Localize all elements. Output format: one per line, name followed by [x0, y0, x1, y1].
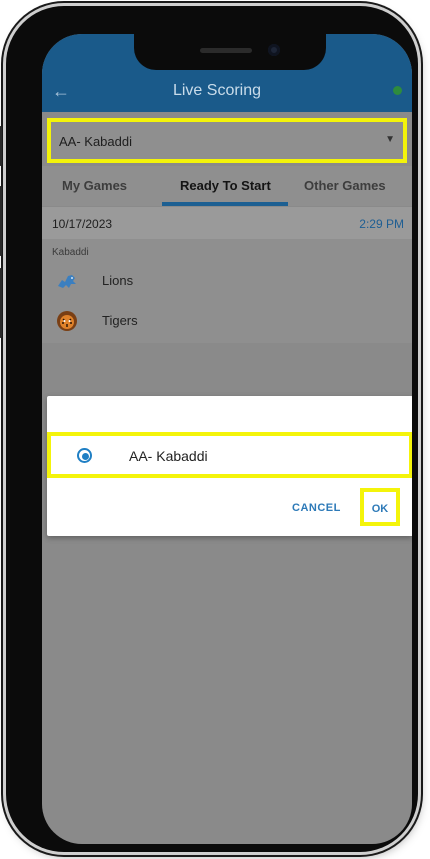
sport-select-value: AA- Kabaddi — [59, 134, 132, 149]
active-tab-indicator — [162, 202, 288, 206]
dialog-option-item[interactable]: AA- Kabaddi — [47, 432, 412, 478]
page-title: Live Scoring — [172, 82, 262, 99]
game-card[interactable]: Kabaddi Lions Tigers — [42, 239, 412, 343]
tab-my-games[interactable]: My Games — [62, 178, 127, 193]
game-time: 2:29 PM — [359, 217, 404, 231]
camera-icon — [268, 44, 280, 56]
phone-side-button — [0, 268, 2, 338]
radio-selected-icon[interactable] — [77, 448, 92, 463]
phone-notch — [134, 34, 326, 70]
game-date-header: 10/17/2023 2:29 PM — [42, 207, 412, 239]
dialog-option-label: AA- Kabaddi — [129, 448, 208, 464]
sport-select[interactable]: AA- Kabaddi ▼ — [47, 118, 407, 163]
team-row: Lions — [52, 269, 352, 293]
ok-button-label: OK — [371, 503, 389, 515]
team-name: Lions — [102, 273, 134, 288]
sport-select-dialog: AA- Kabaddi CANCEL OK — [47, 396, 412, 536]
phone-side-button — [0, 186, 2, 256]
team-row: Tigers — [52, 309, 352, 333]
phone-screen: ← Live Scoring AA- Kabaddi ▼ My Games Re… — [42, 34, 412, 844]
game-sport-label: Kabaddi — [52, 247, 89, 258]
game-date: 10/17/2023 — [52, 217, 113, 231]
caret-down-icon: ▼ — [385, 134, 395, 145]
tab-bar: My Games Ready To Start Other Games — [42, 166, 412, 206]
cancel-button[interactable]: CANCEL — [292, 502, 341, 514]
lion-logo-icon — [58, 275, 76, 288]
speaker-icon — [200, 48, 252, 53]
ok-button[interactable]: OK — [360, 488, 400, 526]
tiger-logo-icon — [57, 311, 77, 331]
phone-frame: ← Live Scoring AA- Kabaddi ▼ My Games Re… — [0, 6, 418, 852]
tab-ready-to-start[interactable]: Ready To Start — [180, 178, 271, 193]
tab-other-games[interactable]: Other Games — [304, 178, 386, 193]
team-name: Tigers — [102, 313, 138, 328]
status-dot-icon — [393, 86, 402, 95]
phone-side-button — [0, 126, 2, 166]
